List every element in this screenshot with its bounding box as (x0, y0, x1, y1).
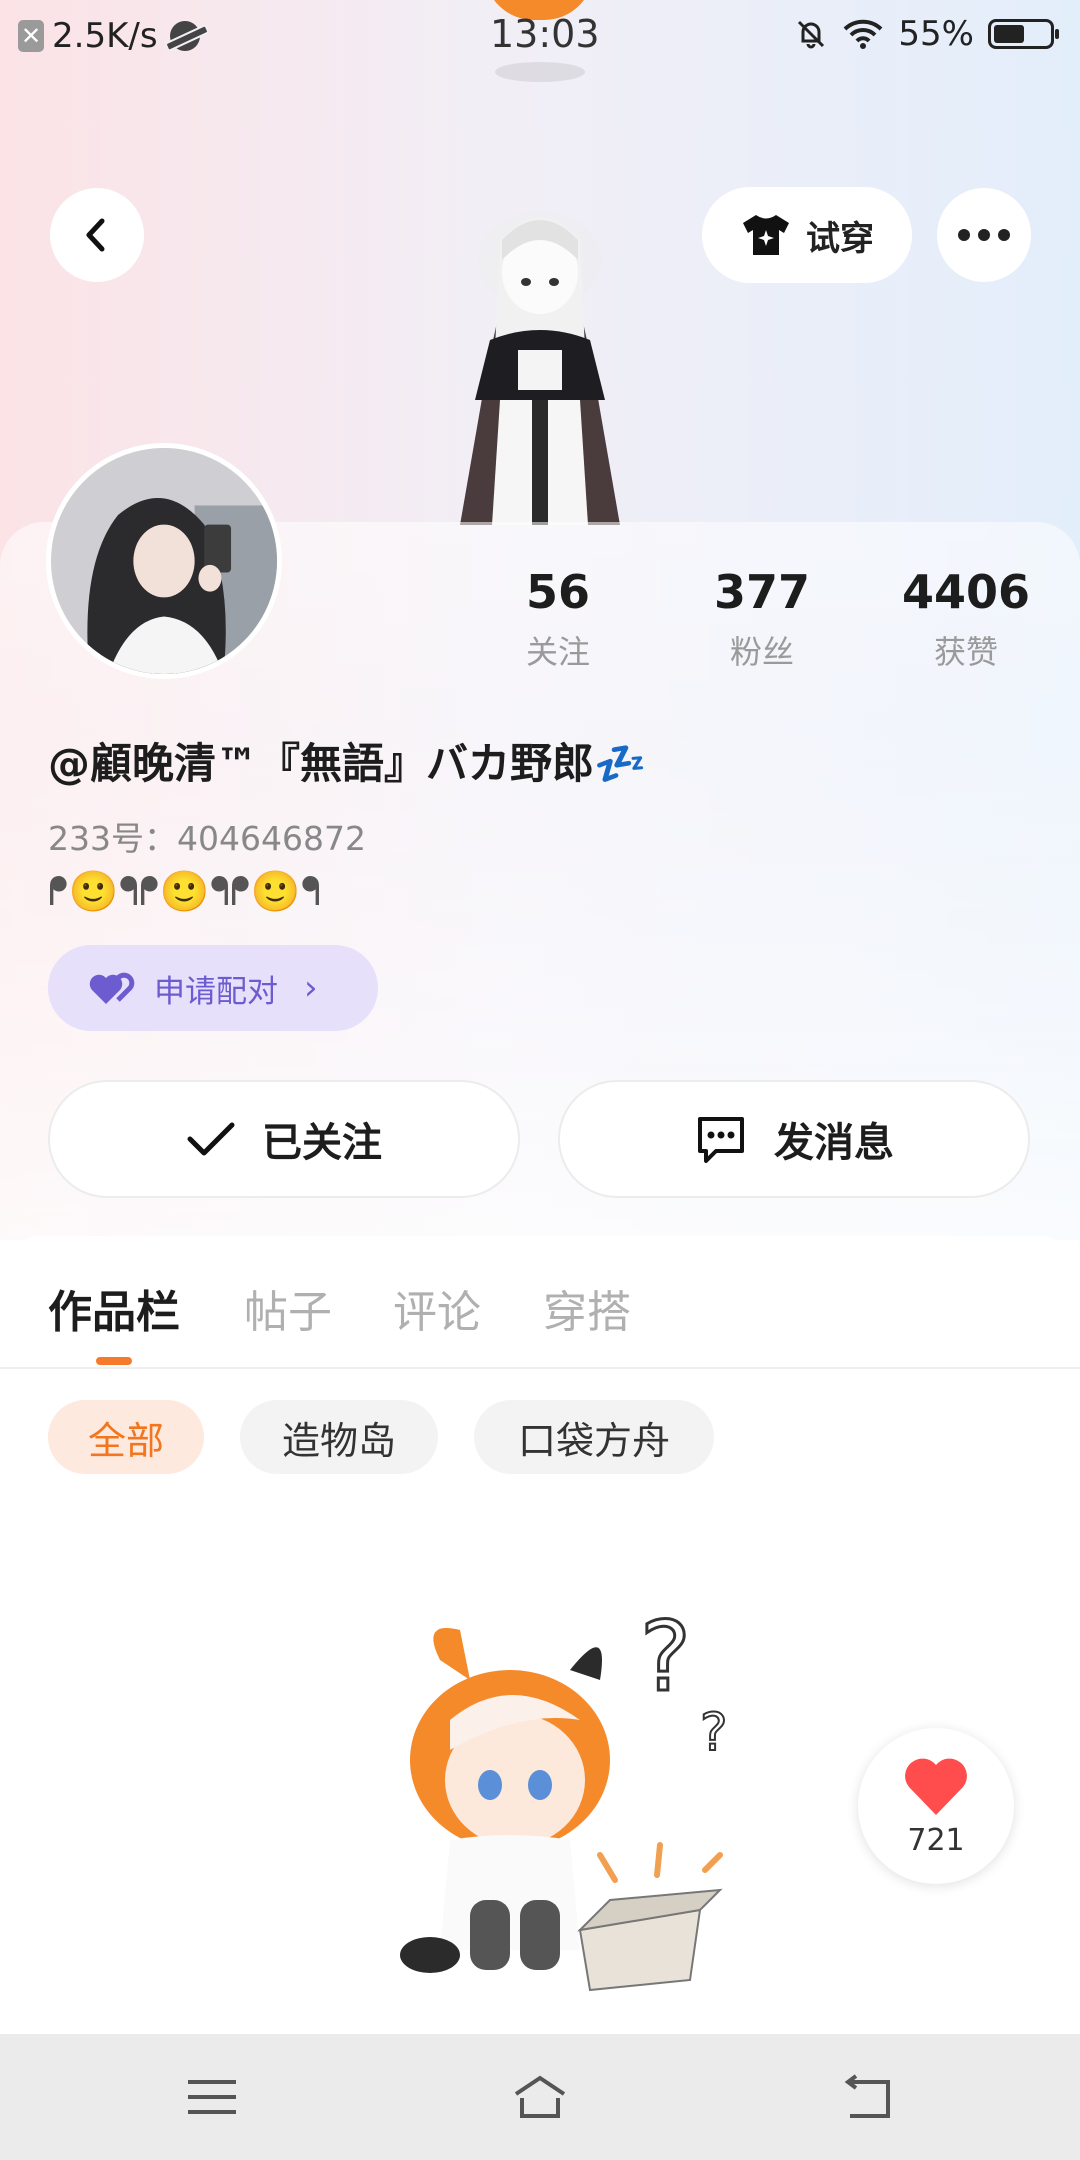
battery-percent: 55% (898, 14, 974, 54)
followed-button[interactable]: 已关注 (48, 1080, 520, 1198)
like-count: 721 (907, 1822, 965, 1858)
stat-label: 粉丝 (729, 633, 794, 671)
user-bio: ᖰ🙂ᖳᖰ🙂ᖳᖰ🙂ᖳ (48, 869, 322, 915)
more-icon (958, 229, 1010, 241)
avatar-figure-illustration (460, 212, 620, 525)
status-right: 55% (794, 14, 1059, 54)
planet-icon (169, 21, 200, 51)
check-icon (187, 1122, 235, 1156)
status-left: ✕ 2.5K/s (18, 16, 200, 56)
profile-tabs: 作品栏 帖子 评论 穿搭 (0, 1236, 1080, 1366)
tab-works[interactable]: 作品栏 (48, 1276, 180, 1340)
send-message-button[interactable]: 发消息 (558, 1080, 1030, 1198)
apply-pair-label: 申请配对 (154, 973, 278, 1010)
chevron-right-icon: › (304, 968, 318, 1008)
tshirt-icon (743, 215, 789, 255)
stat-label: 关注 (525, 633, 590, 671)
back-icon (86, 218, 105, 252)
try-on-label: 试穿 (806, 218, 874, 259)
svg-text:?: ? (640, 1601, 691, 1713)
active-tab-indicator (96, 1357, 132, 1365)
battery-icon (988, 19, 1059, 49)
send-message-label: 发消息 (774, 1120, 894, 1166)
stat-likes[interactable]: 4406 获赞 (866, 565, 1066, 673)
stat-followers[interactable]: 377 粉丝 (662, 565, 862, 673)
apply-pair-button[interactable]: 申请配对 › (48, 945, 378, 1031)
mute-bell-icon (798, 20, 825, 49)
back-button[interactable] (50, 188, 144, 282)
mascot-shadow (495, 62, 585, 82)
divider (0, 1367, 1080, 1369)
svg-text:?: ? (700, 1703, 728, 1763)
tab-outfits[interactable]: 穿搭 (543, 1276, 631, 1340)
filter-pocket-ark[interactable]: 口袋方舟 (474, 1400, 714, 1474)
menu-icon[interactable] (182, 2072, 242, 2122)
heart-icon (905, 1758, 967, 1815)
wifi-icon (844, 19, 883, 49)
more-button[interactable] (937, 188, 1031, 282)
filter-all[interactable]: 全部 (48, 1400, 204, 1474)
system-nav-bar (0, 2034, 1080, 2160)
chat-bubble-icon (698, 1117, 744, 1163)
double-heart-icon (89, 972, 135, 1004)
filter-creation-island[interactable]: 造物岛 (240, 1400, 438, 1474)
close-notification-icon: ✕ (18, 20, 44, 52)
home-icon[interactable] (510, 2072, 570, 2122)
tab-comments[interactable]: 评论 (393, 1276, 481, 1340)
user-id[interactable]: 233号：404646872 (48, 812, 366, 860)
user-avatar[interactable] (46, 443, 282, 679)
stat-value: 56 (525, 565, 590, 619)
network-speed: 2.5K/s (52, 16, 158, 56)
stat-label: 获赞 (933, 633, 998, 671)
tab-posts[interactable]: 帖子 (244, 1276, 332, 1340)
clock: 13:03 (490, 12, 600, 56)
followed-label: 已关注 (262, 1120, 382, 1166)
floating-like-button[interactable]: 721 (858, 1728, 1014, 1884)
empty-state-illustration: ? ? (400, 1600, 729, 1992)
status-bar: ✕ 2.5K/s 13:03 55% (0, 0, 1080, 82)
username: @顧晚清™『無語』バカ野郎💤 (48, 739, 647, 788)
stat-value: 377 (713, 565, 811, 619)
stat-value: 4406 (901, 565, 1031, 619)
try-on-button[interactable]: 试穿 (702, 187, 912, 283)
back-nav-icon[interactable] (838, 2072, 898, 2122)
stat-following[interactable]: 56 关注 (458, 565, 658, 673)
